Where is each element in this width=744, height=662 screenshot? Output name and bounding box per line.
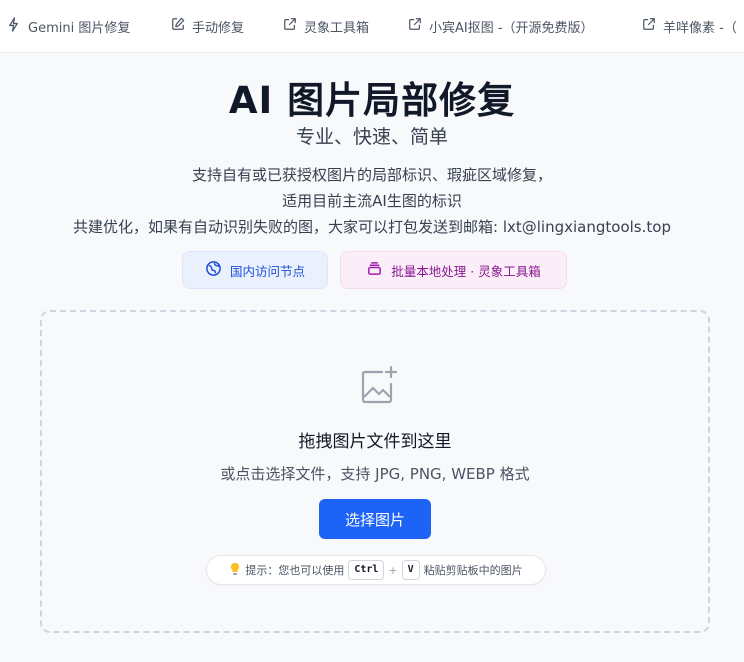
select-image-button[interactable]: 选择图片 [319, 499, 431, 539]
page-title: AI 图片局部修复 [228, 79, 516, 122]
tip-suffix: 粘贴剪贴板中的图片 [423, 564, 523, 577]
description-line-3: 共建优化，如果有自动识别失败的图，大家可以打包发送到邮箱: lxt@lingxi… [73, 218, 671, 236]
nav-item-label: 小宾AI抠图 -（开源免费版） [429, 20, 594, 36]
nav-item-label: 手动修复 [192, 20, 245, 36]
v-key: V [401, 560, 420, 580]
dropzone-subtitle: 或点击选择文件，支持 JPG, PNG, WEBP 格式 [220, 465, 530, 483]
nav-item-label: 羊咩像素 -（ [663, 20, 737, 36]
tip-prefix: 提示：您也可以使用 [245, 564, 345, 577]
nav-item-yangmie-pixel[interactable]: 羊咩像素 -（ [642, 16, 737, 36]
stack-icon [366, 260, 383, 280]
paste-tip: 提示：您也可以使用 Ctrl + V 粘贴剪贴板中的图片 [206, 555, 546, 585]
batch-process-label: 批量本地处理 · 灵象工具箱 [391, 263, 541, 279]
lightbulb-icon [229, 562, 241, 579]
nav-item-xiaobin-cutout[interactable]: 小宾AI抠图 -（开源免费版） [408, 16, 594, 36]
domestic-node-label: 国内访问节点 [229, 263, 305, 279]
description-line-2: 适用目前主流AI生图的标识 [282, 192, 462, 210]
external-link-icon [283, 17, 297, 35]
plus-sign: + [388, 563, 398, 577]
edit-icon [171, 17, 185, 35]
ctrl-key: Ctrl [348, 560, 385, 580]
domestic-node-button[interactable]: 国内访问节点 [182, 251, 328, 289]
description-line-1: 支持自有或已获授权图片的局部标识、瑕疵区域修复， [191, 166, 552, 184]
image-dropzone[interactable]: 拖拽图片文件到这里 或点击选择文件，支持 JPG, PNG, WEBP 格式 选… [40, 310, 710, 633]
sparkle-icon [6, 16, 21, 36]
nav-item-label: Gemini 图片修复 [28, 20, 131, 36]
dropzone-title: 拖拽图片文件到这里 [298, 432, 452, 452]
nav-item-label: 灵象工具箱 [304, 20, 370, 36]
globe-icon [205, 260, 222, 280]
nav-item-manual-repair[interactable]: 手动修复 [171, 16, 244, 36]
page-subtitle: 专业、快速、简单 [295, 126, 448, 148]
image-add-icon [358, 364, 400, 410]
nav-item-gemini-repair[interactable]: Gemini 图片修复 [6, 16, 130, 36]
external-link-icon [408, 17, 422, 35]
nav-item-lingxiang-toolbox[interactable]: 灵象工具箱 [283, 16, 369, 36]
external-link-icon [642, 17, 656, 35]
top-navigation: Gemini 图片修复 手动修复 灵象工具箱 小宾AI抠图 -（开源免费版） 羊… [0, 0, 744, 53]
batch-process-button[interactable]: 批量本地处理 · 灵象工具箱 [340, 251, 567, 289]
